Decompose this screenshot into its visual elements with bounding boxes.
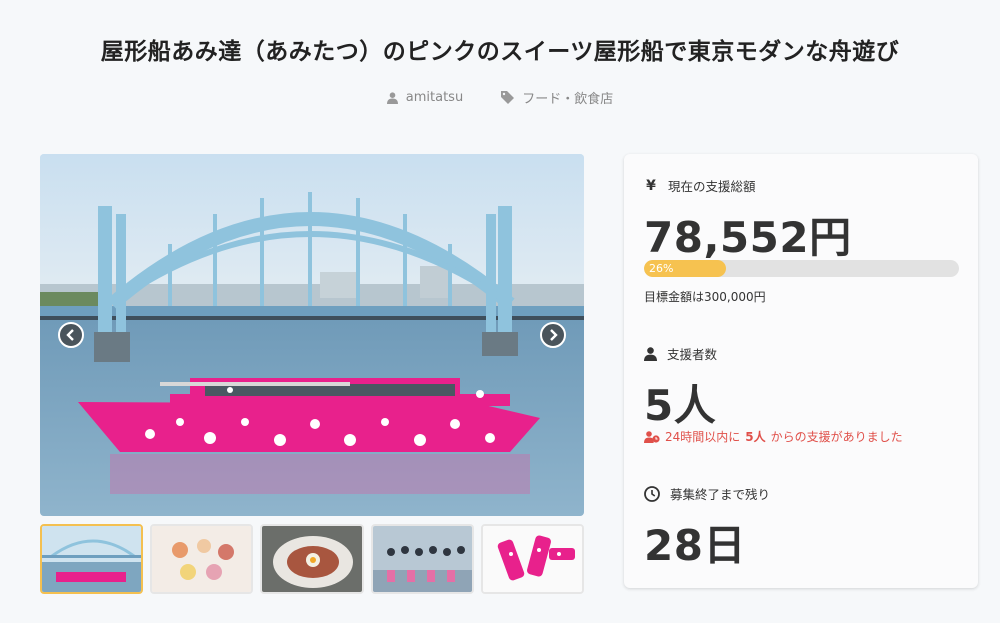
user-icon [386, 91, 398, 104]
next-image-button[interactable] [540, 322, 566, 348]
project-meta: amitatsu フード・飲食店 [0, 88, 1000, 107]
category-name: フード・飲食店 [522, 92, 614, 107]
goal-amount: 目標金額は300,000円 [644, 290, 766, 304]
author-name: amitatsu [405, 90, 464, 105]
user-clock-icon [644, 430, 660, 443]
backers-count: 5人 [644, 381, 717, 430]
thumbnail-staff[interactable] [370, 524, 474, 594]
chevron-right-icon [550, 329, 558, 341]
total-amount: 78,552円 [644, 213, 852, 262]
thumbnail-boat[interactable] [40, 524, 144, 594]
tag-icon [501, 91, 515, 104]
thumbnail-sweets[interactable] [150, 524, 254, 594]
clock-icon [644, 485, 660, 502]
funding-panel: ¥ 現在の支援総額 78,552円 26% 目標金額は300,000円 支援者数… [624, 154, 978, 588]
recent-support-notice: 24時間以内に 5人 からの支援がありました [644, 428, 903, 445]
remaining-days: 28日 [644, 521, 746, 570]
page-title: 屋形船あみ達（あみたつ）のピンクのスイーツ屋形船で東京モダンな舟遊び [100, 39, 900, 65]
backers-label: 支援者数 [644, 344, 717, 363]
author-link[interactable]: amitatsu [386, 88, 464, 107]
remaining-label: 募集終了まで残り [644, 484, 770, 503]
thumbnail-strip [40, 524, 585, 594]
boat-bridge-photo [40, 154, 584, 516]
thumbnail-dish[interactable] [260, 524, 364, 594]
progress-bar: 26% [644, 260, 959, 277]
thumbnail-goods[interactable] [480, 524, 585, 594]
previous-image-button[interactable] [58, 322, 84, 348]
category-link[interactable]: フード・飲食店 [501, 88, 613, 107]
progress-fill: 26% [644, 260, 726, 277]
person-icon [644, 346, 657, 361]
yen-icon: ¥ [646, 177, 656, 194]
total-label: ¥ 現在の支援総額 [644, 176, 755, 195]
chevron-left-icon [66, 329, 74, 341]
main-image [40, 154, 584, 516]
